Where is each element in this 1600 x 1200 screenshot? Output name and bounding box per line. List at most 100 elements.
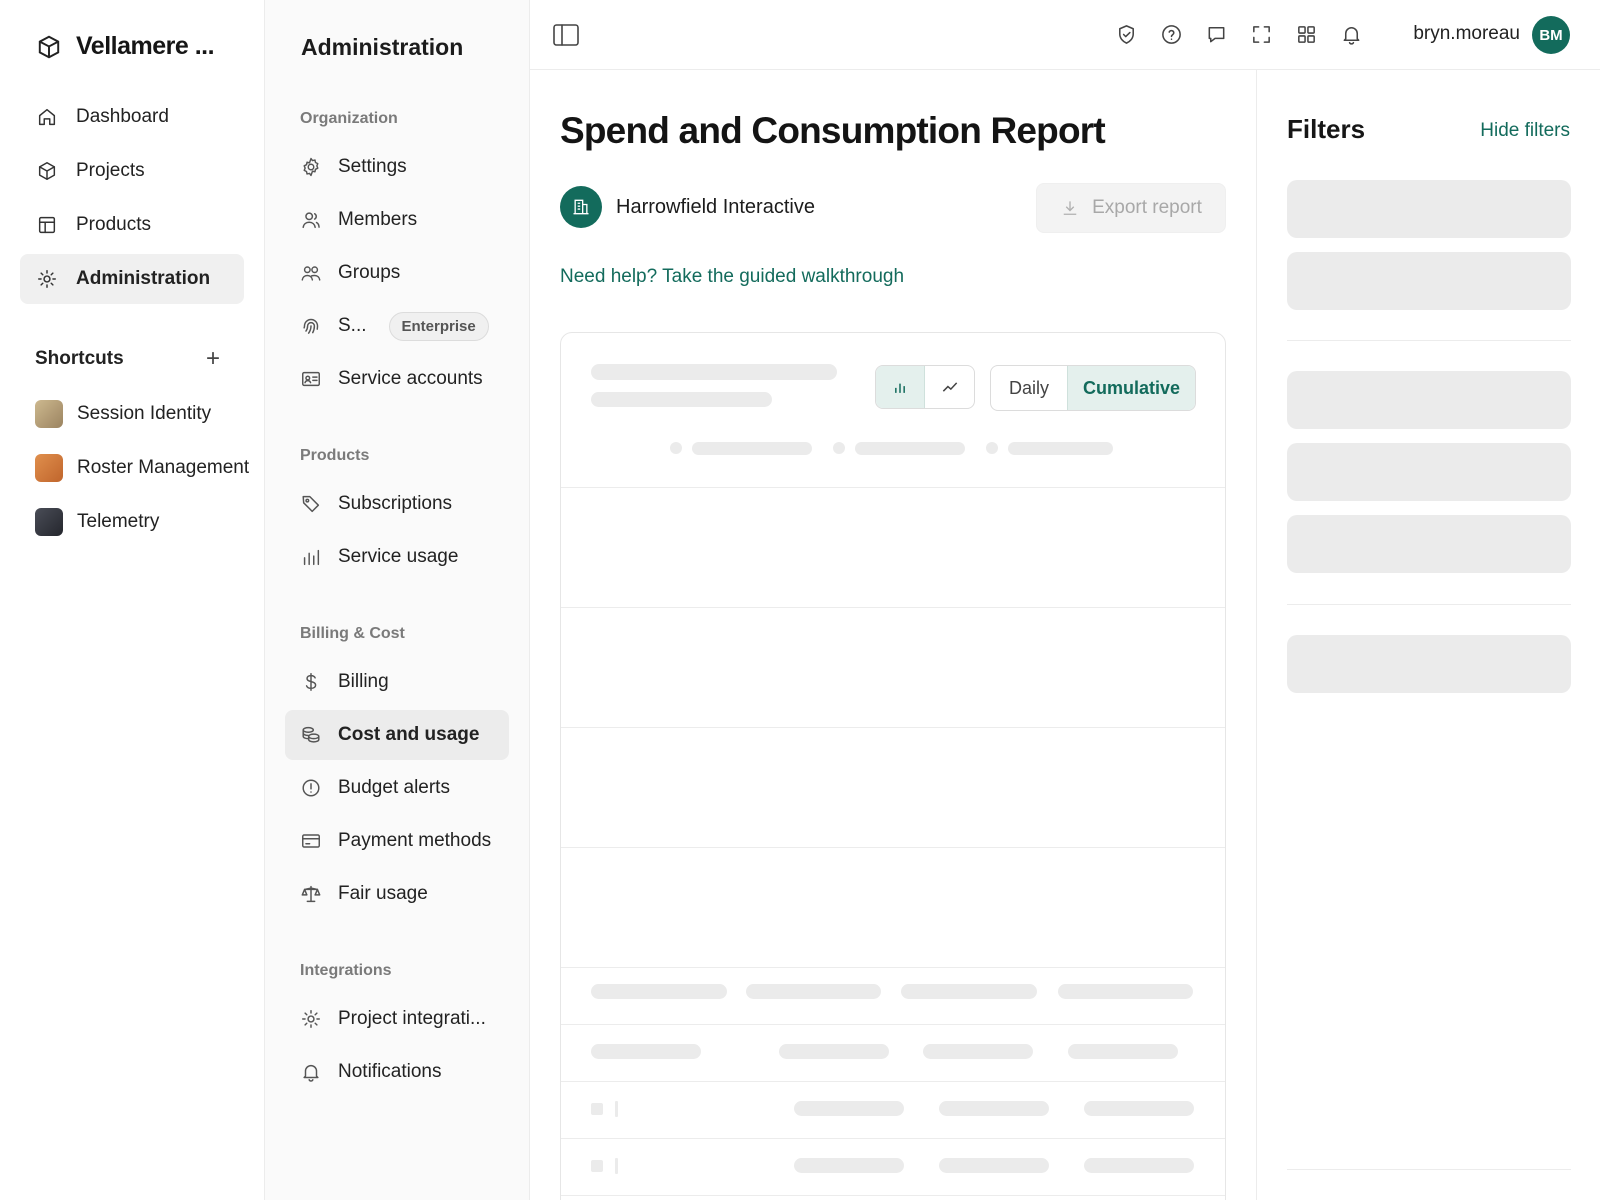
subnav-item-label: Payment methods — [338, 830, 492, 851]
chart-gridline — [561, 607, 1225, 608]
report-chart-card: Daily Cumulative — [560, 332, 1226, 1200]
filters-divider — [1287, 1169, 1571, 1170]
skeleton-legend-dot — [833, 442, 845, 454]
avatar[interactable]: BM — [1532, 16, 1570, 54]
range-toggle: Daily Cumulative — [990, 365, 1196, 411]
cumulative-toggle[interactable]: Cumulative — [1067, 366, 1195, 410]
line-chart-toggle[interactable] — [925, 366, 974, 408]
export-report-label: Export report — [1092, 197, 1202, 218]
shortcut-label: Telemetry — [77, 511, 160, 532]
subnav-item-settings[interactable]: Settings — [285, 142, 509, 192]
filters-panel: Filters Hide filters — [1256, 70, 1600, 1200]
table-divider — [561, 1195, 1225, 1196]
chart-gridline — [561, 487, 1225, 488]
tag-icon — [302, 495, 320, 513]
nav-item-label: Products — [76, 214, 151, 235]
subnav-item-subscriptions[interactable]: Subscriptions — [285, 479, 509, 529]
primary-sidebar: Vellamere ... Dashboard Projects Product… — [0, 0, 265, 1200]
nav-item-dashboard[interactable]: Dashboard — [20, 92, 244, 142]
filters-divider — [1287, 604, 1571, 605]
shortcut-roster-management[interactable]: Roster Management — [35, 441, 249, 495]
table-divider — [561, 1138, 1225, 1139]
skeleton-table-cell — [939, 1101, 1049, 1116]
skeleton-legend-label — [692, 442, 812, 455]
subnav-item-label: Service usage — [338, 546, 459, 567]
subnav-item-service-accounts[interactable]: Service accounts — [285, 354, 509, 404]
bar-chart-icon — [895, 383, 905, 393]
nav-item-administration[interactable]: Administration — [20, 254, 244, 304]
shortcut-session-identity[interactable]: Session Identity — [35, 387, 249, 441]
subnav-item-notifications[interactable]: Notifications — [285, 1047, 509, 1097]
chart-gridline — [561, 967, 1225, 968]
daily-toggle[interactable]: Daily — [991, 366, 1067, 410]
skeleton-filter — [1287, 371, 1571, 429]
subnav-item-label: Members — [338, 209, 418, 230]
subnav-item-sso[interactable]: S... Enterprise — [285, 301, 509, 351]
bell-icon — [303, 1064, 319, 1082]
shortcut-thumbnail — [35, 508, 63, 536]
skeleton-filter — [1287, 180, 1571, 238]
alert-circle-icon — [302, 779, 320, 797]
skeleton-filter — [1287, 635, 1571, 693]
shield-check-icon[interactable] — [1115, 23, 1138, 46]
shortcuts-title: Shortcuts — [35, 348, 124, 369]
skeleton-table-cell — [779, 1044, 889, 1059]
nav-item-products[interactable]: Products — [20, 200, 244, 250]
table-divider — [561, 1081, 1225, 1082]
skeleton-legend-dot — [670, 442, 682, 454]
help-icon[interactable] — [1160, 23, 1183, 46]
export-report-button[interactable]: Export report — [1036, 183, 1226, 233]
nav-item-label: Administration — [76, 268, 211, 289]
chat-icon[interactable] — [1205, 23, 1228, 46]
username[interactable]: bryn.moreau — [1413, 23, 1520, 45]
hide-filters-link[interactable]: Hide filters — [1480, 120, 1570, 142]
apps-grid-icon[interactable] — [1295, 23, 1318, 46]
skeleton-table-cell — [591, 1044, 701, 1059]
chart-gridline — [561, 727, 1225, 728]
subnav-item-fair-usage[interactable]: Fair usage — [285, 869, 509, 919]
download-icon — [1063, 201, 1077, 215]
guided-walkthrough-link[interactable]: Need help? Take the guided walkthrough — [560, 266, 904, 288]
skeleton-table-cell — [794, 1101, 904, 1116]
fullscreen-icon[interactable] — [1250, 23, 1273, 46]
sidebar-toggle-button[interactable] — [552, 22, 580, 48]
subnav-item-budget-alerts[interactable]: Budget alerts — [285, 763, 509, 813]
top-icon-group — [1115, 23, 1363, 46]
sun-icon — [302, 1010, 320, 1028]
skeleton-title — [591, 364, 837, 380]
skeleton-table-cell — [923, 1044, 1033, 1059]
subnav-item-members[interactable]: Members — [285, 195, 509, 245]
subnav-item-label: Billing — [338, 671, 389, 692]
subnav-item-project-integrations[interactable]: Project integrati... — [285, 994, 509, 1044]
shortcuts-header: Shortcuts + — [35, 345, 225, 373]
nav-item-projects[interactable]: Projects — [20, 146, 244, 196]
section-heading-products: Products — [300, 447, 370, 464]
nav-item-label: Projects — [76, 160, 145, 181]
organization-row: Harrowfield Interactive — [560, 186, 815, 228]
brand[interactable]: Vellamere ... — [36, 32, 215, 61]
credit-card-icon — [302, 834, 320, 848]
shortcut-list: Session Identity Roster Management Telem… — [35, 387, 249, 549]
skeleton-table-cell — [939, 1158, 1049, 1173]
id-card-icon — [302, 371, 320, 387]
nav-item-label: Dashboard — [76, 106, 169, 127]
home-icon — [38, 108, 56, 126]
user-icon — [302, 212, 320, 229]
subnav-item-cost-and-usage[interactable]: Cost and usage — [285, 710, 509, 760]
shortcut-label: Roster Management — [77, 457, 250, 478]
skeleton-legend-label — [1008, 442, 1113, 455]
skeleton-table-cell — [794, 1158, 904, 1173]
skeleton-filter — [1287, 443, 1571, 501]
cube-icon — [38, 162, 56, 180]
admin-subnav: Administration Organization Settings Mem… — [265, 0, 530, 1200]
shortcut-telemetry[interactable]: Telemetry — [35, 495, 249, 549]
bar-chart-toggle[interactable] — [876, 366, 926, 408]
subnav-item-service-usage[interactable]: Service usage — [285, 532, 509, 582]
add-shortcut-button[interactable]: + — [201, 345, 225, 373]
subnav-item-groups[interactable]: Groups — [285, 248, 509, 298]
subnav-item-billing[interactable]: Billing — [285, 657, 509, 707]
cube-logo-icon — [36, 34, 62, 60]
bell-icon[interactable] — [1340, 23, 1363, 46]
subnav-item-payment-methods[interactable]: Payment methods — [285, 816, 509, 866]
subnav-item-label: Cost and usage — [338, 724, 480, 745]
